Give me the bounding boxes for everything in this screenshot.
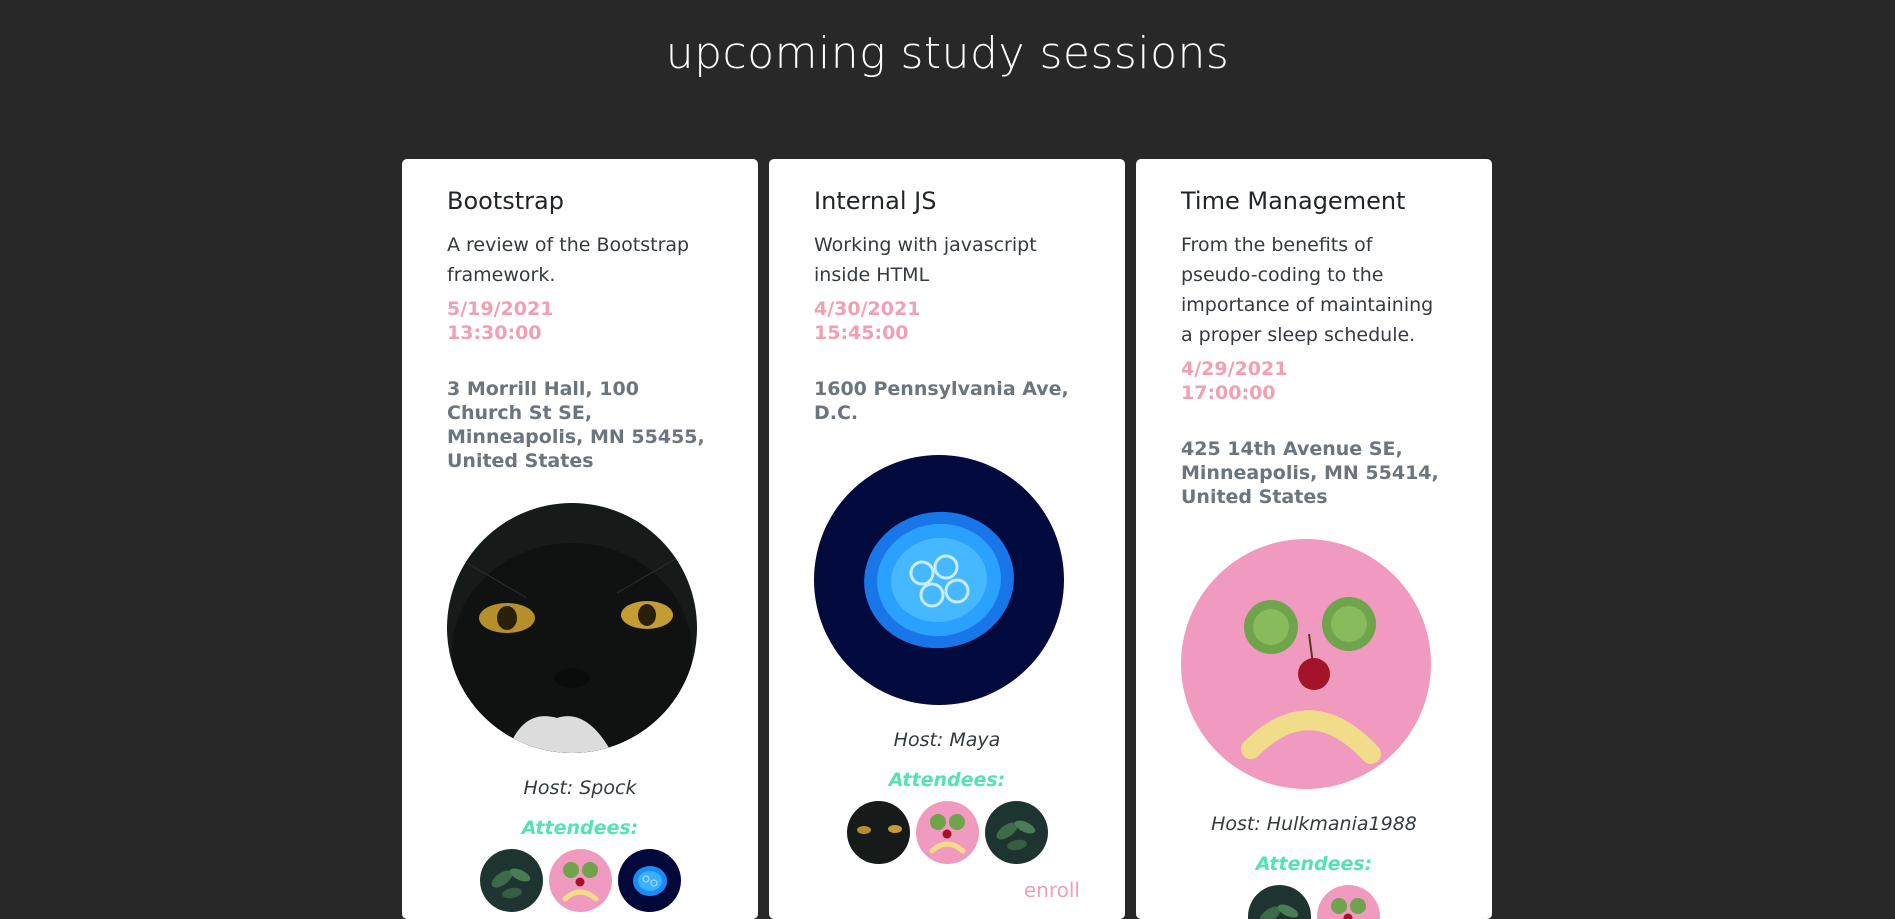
session-time: 13:30:00	[447, 321, 713, 345]
attendee-list	[1181, 885, 1447, 919]
session-description: Working with javascript inside HTML	[814, 230, 1080, 290]
host-prefix: Host:	[1211, 813, 1267, 835]
attendee-list	[814, 801, 1080, 864]
session-description: From the benefits of pseudo-coding to th…	[1181, 230, 1447, 350]
host-name: Hulkmania1988	[1267, 813, 1417, 835]
session-card-internal-js: Internal JS Working with javascript insi…	[769, 159, 1125, 919]
attendee-avatar-leaves[interactable]	[985, 801, 1048, 864]
host-prefix: Host:	[524, 777, 580, 799]
attendee-avatar-jellyfish[interactable]	[618, 849, 681, 912]
attendee-avatar-leaves[interactable]	[1248, 885, 1311, 919]
attendee-avatar-fruit-face[interactable]	[549, 849, 612, 912]
attendee-list	[447, 849, 713, 912]
host-line: Host: Spock	[447, 776, 713, 800]
session-time: 15:45:00	[814, 321, 1080, 345]
session-address: 3 Morrill Hall, 100 Church St SE, Minnea…	[447, 377, 713, 473]
session-date: 4/29/2021	[1181, 357, 1447, 381]
page-title: upcoming study sessions	[0, 28, 1895, 79]
session-address: 1600 Pennsylvania Ave, D.C.	[814, 377, 1080, 425]
host-photo-black-cat	[447, 503, 697, 753]
host-line: Host: Maya	[814, 728, 1080, 752]
session-date: 4/30/2021	[814, 297, 1080, 321]
session-date: 5/19/2021	[447, 297, 713, 321]
attendee-avatar-leaves[interactable]	[480, 849, 543, 912]
session-card-time-management: Time Management From the benefits of pse…	[1136, 159, 1492, 919]
attendee-avatar-fruit-face[interactable]	[916, 801, 979, 864]
session-cards: Bootstrap A review of the Bootstrap fram…	[402, 159, 1492, 919]
attendees-label: Attendees:	[447, 816, 713, 840]
host-line: Host: Hulkmania1988	[1181, 812, 1447, 836]
session-title: Bootstrap	[447, 186, 713, 216]
session-title: Time Management	[1181, 186, 1447, 216]
attendee-avatar-fruit-face[interactable]	[1317, 885, 1380, 919]
host-photo-jellyfish	[814, 455, 1064, 705]
attendees-label: Attendees:	[1181, 852, 1447, 876]
attendees-label: Attendees:	[814, 768, 1080, 792]
host-prefix: Host:	[894, 729, 950, 751]
host-photo-fruit-face	[1181, 539, 1431, 789]
host-name: Spock	[579, 777, 636, 799]
enroll-link[interactable]: enroll	[814, 878, 1080, 902]
session-address: 425 14th Avenue SE, Minneapolis, MN 5541…	[1181, 437, 1447, 509]
attendee-avatar-black-cat[interactable]	[847, 801, 910, 864]
session-title: Internal JS	[814, 186, 1080, 216]
session-time: 17:00:00	[1181, 381, 1447, 405]
host-name: Maya	[949, 729, 1000, 751]
session-description: A review of the Bootstrap framework.	[447, 230, 713, 290]
session-card-bootstrap: Bootstrap A review of the Bootstrap fram…	[402, 159, 758, 919]
